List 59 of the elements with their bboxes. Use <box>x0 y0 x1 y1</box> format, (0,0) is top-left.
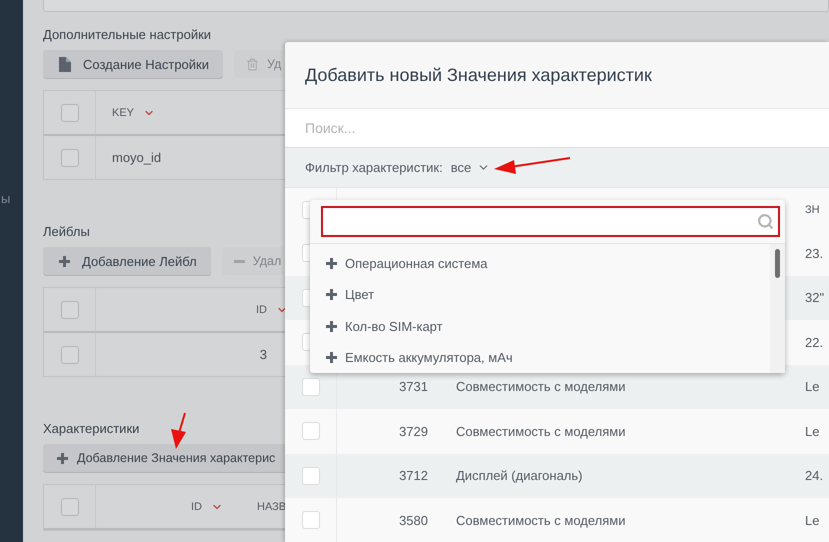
table-cell: Дисплей (диагональ) <box>456 468 582 484</box>
column-header[interactable]: KEY <box>112 106 134 118</box>
dropdown-item[interactable]: Кол-во SIM-карт <box>310 310 770 342</box>
add-button[interactable]: Добавление Лейбл <box>43 247 211 275</box>
file-icon <box>59 56 71 72</box>
scrollbar[interactable] <box>770 244 785 373</box>
dropdown-search-field[interactable] <box>321 206 780 237</box>
filter-label: Фильтр характеристик: <box>305 160 443 175</box>
checkbox[interactable] <box>302 378 320 396</box>
table-cell: 3731 <box>399 379 428 394</box>
table-cell: Совместимость с моделями <box>456 379 626 394</box>
table-cell: 3580 <box>399 512 428 528</box>
table-cell: Совместимость с моделями <box>456 424 626 439</box>
sidebar-item[interactable]: ы <box>1 191 10 206</box>
column-header[interactable]: ID <box>256 304 267 316</box>
modal-title: Добавить новый Значения характеристик <box>305 64 652 86</box>
column-header[interactable]: ID <box>191 500 202 512</box>
table-cell-text: 24. <box>804 468 824 484</box>
column-header[interactable]: ЗН <box>797 204 820 216</box>
table-cell: 3 <box>260 347 267 362</box>
table-cell: 3712 <box>399 468 428 484</box>
plus-icon <box>326 320 337 332</box>
table-cell: Совместимость с моделями <box>456 512 626 528</box>
trash-icon <box>246 58 259 70</box>
dropdown-item[interactable]: Операционная система <box>310 248 770 280</box>
plus-icon <box>59 256 70 266</box>
table-cell-text: 23. <box>804 246 824 261</box>
plus-icon <box>57 452 68 464</box>
table-cell-text: Le <box>804 424 820 439</box>
plus-icon <box>326 258 337 270</box>
table-cell: 3729 <box>399 424 428 439</box>
dropdown-item[interactable]: Емкость аккумулятора, мАч <box>310 342 770 373</box>
plus-icon <box>326 289 337 300</box>
checkbox[interactable] <box>60 104 78 122</box>
checkbox[interactable] <box>60 346 78 364</box>
checkbox[interactable] <box>302 511 320 530</box>
search-icon <box>757 213 774 230</box>
checkbox[interactable] <box>302 422 320 440</box>
section-title: Дополнительные настройки <box>43 27 212 43</box>
plus-icon <box>326 352 337 363</box>
add-button[interactable]: Создание Настройки <box>43 50 223 78</box>
scrollbar-thumb[interactable] <box>775 249 780 278</box>
minus-icon <box>234 260 245 262</box>
checkbox[interactable] <box>60 498 78 516</box>
column-header[interactable]: НАЗВ <box>257 500 286 512</box>
table-cell: moyo_id <box>112 150 162 165</box>
search-field[interactable]: Поиск... <box>285 108 829 148</box>
checkbox[interactable] <box>60 148 78 166</box>
section-title: Характеристики <box>43 421 140 437</box>
section-title: Лейблы <box>43 224 91 240</box>
checkbox[interactable] <box>302 466 320 485</box>
table-cell-text: 22. <box>804 334 824 350</box>
table-cell-text: Le <box>804 379 820 394</box>
table-cell-text: 32" <box>804 290 824 306</box>
checkbox[interactable] <box>60 300 78 318</box>
annotation-arrow <box>171 412 186 449</box>
table-cell-text: Le <box>804 512 820 528</box>
dropdown-item[interactable]: Цвет <box>310 279 770 310</box>
filter-dropdown[interactable]: все <box>450 160 490 175</box>
